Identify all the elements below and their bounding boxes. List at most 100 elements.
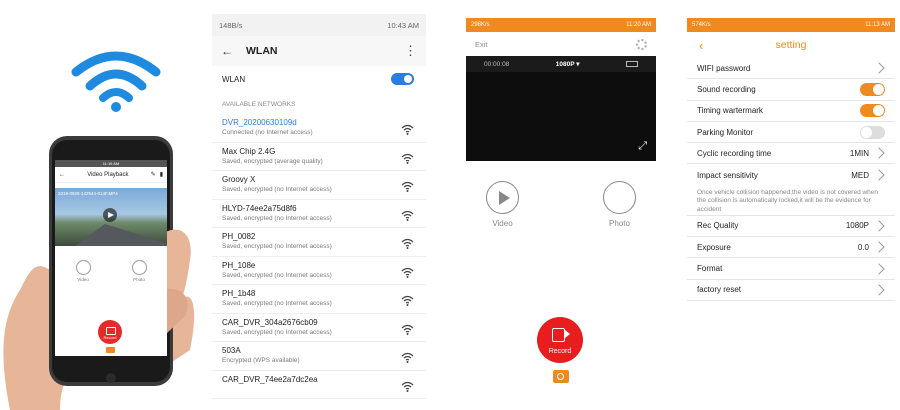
network-status: Saved, encrypted (average quality) — [222, 157, 323, 165]
live-video[interactable]: 00:00:08 1080P ▾ ⤢ — [466, 56, 656, 161]
timing-watermark-label: Timing wartermark — [697, 106, 763, 116]
wlan-screen: 148B/s 10:43 AM ← WLAN ⋮ WLAN AVAILABLE … — [212, 14, 426, 410]
network-status: Connected (no Internet access) — [222, 129, 313, 136]
network-name: PH_108e — [222, 260, 256, 270]
camera-icon[interactable] — [553, 370, 569, 383]
playback-title-bar: ← Video Playback ✎ ▮ — [55, 167, 167, 183]
network-status: Saved, encrypted (no Internet access) — [222, 214, 332, 222]
sound-recording-toggle[interactable] — [860, 82, 885, 96]
network-name: HLYD-74ee2a75d8f6 — [222, 203, 297, 213]
network-status: Saved, encrypted (no Internet access) — [222, 300, 332, 307]
photo-label: Photo — [133, 277, 145, 282]
network-item[interactable]: PH_108e Saved, encrypted (no Internet acc… — [212, 257, 426, 285]
back-arrow-icon[interactable]: ← — [59, 167, 65, 183]
factory-reset-row[interactable]: factory reset — [687, 280, 895, 301]
rec-quality-row[interactable]: Rec Quality 1080P — [687, 216, 895, 238]
status-left: 574K/s — [692, 22, 711, 28]
video-button[interactable]: Video — [486, 181, 519, 228]
impact-sensitivity-row[interactable]: Impact sensitivity MED — [687, 164, 895, 185]
rec-quality-value: 1080P — [845, 221, 869, 231]
photo-button[interactable]: Photo — [603, 181, 636, 228]
cyclic-recording-row[interactable]: Cyclic recording time 1MIN — [687, 143, 895, 165]
chevron-right-icon — [873, 62, 885, 74]
play-icon[interactable] — [103, 208, 117, 222]
wifi-signal-icon — [401, 265, 414, 278]
recording-timer: 00:00:08 — [484, 60, 510, 68]
status-left: 148B/s — [219, 20, 243, 30]
status-bar: 574K/s 11:13 AM — [687, 18, 895, 32]
page-title: setting — [775, 39, 807, 51]
video-label: Video — [77, 277, 89, 282]
wifi-signal-icon — [401, 236, 414, 249]
wifi-signal-icon — [401, 379, 414, 392]
fullscreen-icon[interactable]: ⤢ — [638, 140, 647, 153]
resolution-dropdown[interactable]: 1080P ▾ — [556, 60, 580, 68]
cyclic-recording-value: 1MIN — [849, 148, 869, 158]
rec-quality-label: Rec Quality — [697, 221, 739, 231]
live-view-screen: 298K/s 11:20 AM Exit 00:00:08 1080P ▾ ⤢ … — [466, 18, 656, 410]
status-time: 11:20 AM — [626, 22, 651, 28]
chevron-right-icon — [873, 241, 885, 253]
parking-monitor-toggle[interactable] — [860, 125, 885, 139]
network-item[interactable]: DVR_20200630109d Connected (no Internet a… — [212, 114, 426, 143]
wifi-signal-icon — [401, 293, 414, 306]
timing-watermark-toggle[interactable] — [860, 104, 885, 118]
chevron-right-icon — [873, 262, 885, 275]
impact-sensitivity-label: Impact sensitivity — [697, 170, 758, 180]
more-options-icon[interactable]: ⋮ — [404, 43, 417, 59]
network-name: Groovy X — [222, 175, 256, 184]
format-label: Format — [697, 264, 723, 274]
network-list: DVR_20200630109d Connected (no Internet a… — [212, 114, 426, 399]
file-name: 2019-0828-142544-014F.MP4 — [58, 191, 118, 196]
network-name: DVR_20200630109d — [222, 118, 297, 127]
road-image — [75, 224, 167, 246]
network-name: PH_0082 — [222, 232, 256, 241]
photo-button[interactable]: Photo — [131, 260, 147, 282]
wlan-toggle-row[interactable]: WLAN — [212, 66, 426, 92]
wlan-toggle[interactable] — [391, 73, 414, 85]
record-button[interactable]: Record — [98, 320, 122, 344]
play-circle-icon — [486, 181, 519, 214]
impact-note: Once vehicle collision happened,the vide… — [687, 186, 895, 216]
hand-phone-illustration: 11:19 AM ← Video Playback ✎ ▮ 2019-0828-… — [0, 0, 200, 410]
status-left: 298K/s — [471, 22, 490, 28]
network-name: CAR_DVR_304a2676cb09 — [222, 317, 318, 327]
network-item[interactable]: Groovy X Saved, encrypted (no Internet ac… — [212, 171, 426, 200]
network-status: Saved, encrypted (no Internet access) — [222, 271, 332, 279]
back-chevron-icon[interactable]: ‹ — [699, 38, 703, 53]
edit-icon[interactable]: ✎ — [151, 167, 156, 183]
exposure-value: 0.0 — [857, 242, 869, 252]
network-item[interactable]: CAR_DVR_304a2676cb09 Saved, encrypted (no… — [212, 314, 426, 342]
page-title: WLAN — [246, 45, 278, 57]
top-bar: Exit — [466, 32, 656, 56]
page-title: Video Playback — [87, 171, 129, 178]
exit-button[interactable]: Exit — [475, 40, 488, 49]
gear-icon[interactable] — [636, 38, 647, 50]
camera-icon[interactable] — [106, 347, 115, 353]
video-button[interactable]: Video — [75, 260, 91, 282]
back-arrow-icon[interactable]: ← — [221, 44, 233, 58]
network-item[interactable]: CAR_DVR_74ee2a7dc2ea — [212, 371, 426, 399]
network-item[interactable]: 503A Encrypted (WPS available) — [212, 342, 426, 371]
resolution-label: 1080P — [555, 61, 575, 68]
network-item[interactable]: PH_0082 Saved, encrypted (no Internet acc… — [212, 228, 426, 257]
exposure-row[interactable]: Exposure 0.0 — [687, 237, 895, 259]
exposure-label: Exposure — [697, 242, 731, 252]
phone-screen: 11:19 AM ← Video Playback ✎ ▮ 2019-0828-… — [55, 160, 167, 356]
network-status: Saved, encrypted (no Internet access) — [222, 243, 332, 250]
network-item[interactable]: PH_1b48 Saved, encrypted (no Internet acc… — [212, 285, 426, 314]
network-name: 503A — [222, 346, 241, 355]
network-item[interactable]: HLYD-74ee2a75d8f6 Saved, encrypted (no In… — [212, 200, 426, 228]
wifi-password-row[interactable]: WIFI password — [687, 58, 895, 80]
video-info-bar: 00:00:08 1080P ▾ — [466, 56, 656, 72]
battery-icon — [625, 61, 638, 67]
record-button[interactable]: Record — [537, 317, 583, 363]
chevron-right-icon — [873, 220, 885, 232]
image-icon — [131, 260, 147, 275]
chevron-right-icon — [873, 169, 885, 181]
format-row[interactable]: Format — [687, 258, 895, 280]
network-item[interactable]: Max Chip 2.4G Saved, encrypted (average q… — [212, 143, 426, 171]
trash-icon[interactable]: ▮ — [160, 167, 163, 183]
video-preview[interactable]: 2019-0828-142544-014F.MP4 — [55, 188, 167, 246]
chevron-right-icon — [873, 284, 885, 296]
